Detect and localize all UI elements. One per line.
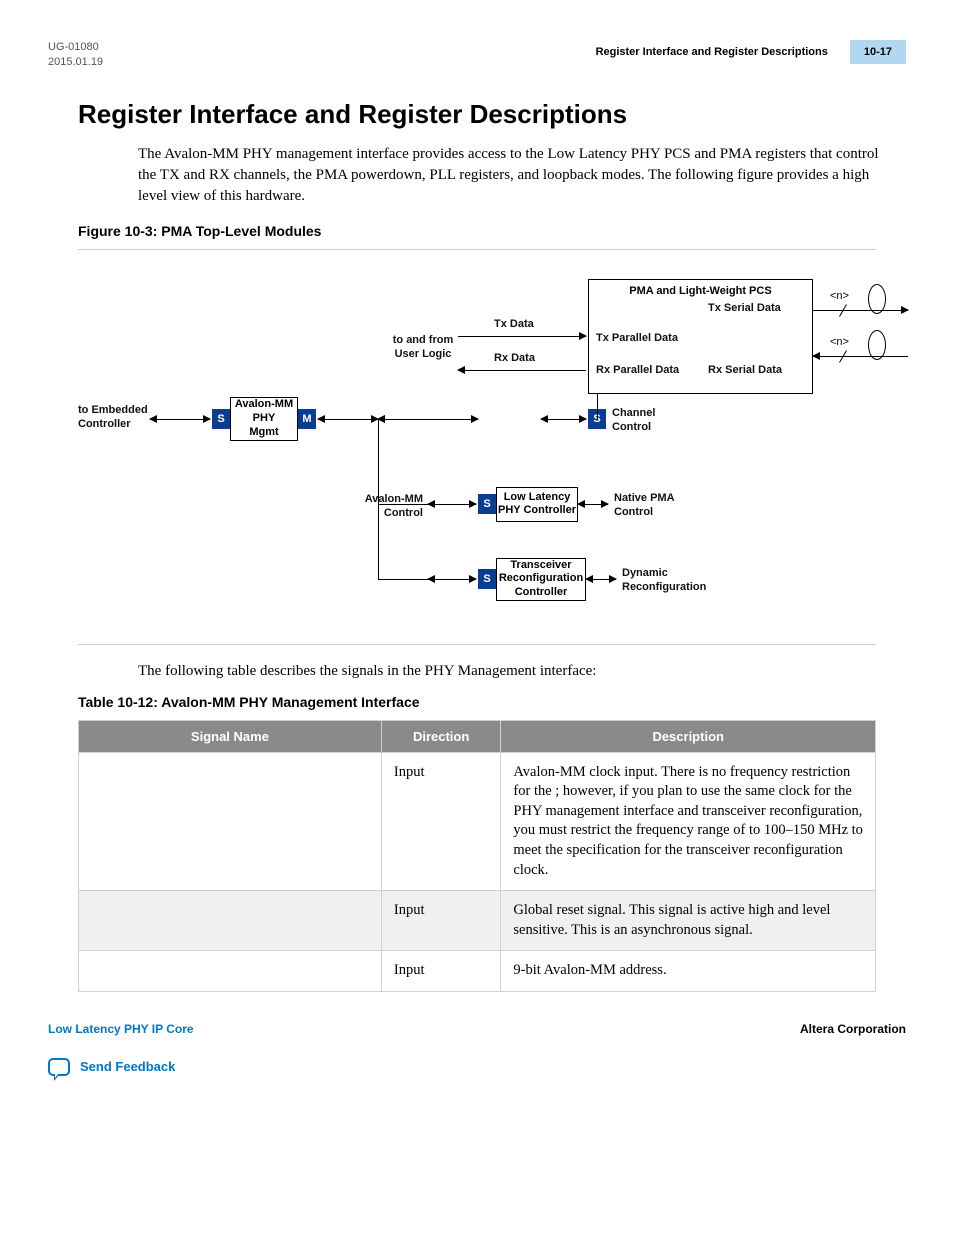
pma-down-line: [597, 394, 598, 419]
label-tx-parallel: Tx Parallel Data: [596, 332, 678, 346]
cell-signal: [79, 891, 382, 951]
header-right: Register Interface and Register Descript…: [596, 40, 906, 64]
header-section-title: Register Interface and Register Descript…: [596, 46, 828, 58]
th-direction: Direction: [381, 720, 501, 752]
arrow-m-bus: [318, 419, 378, 420]
line-to-ll: [378, 504, 428, 505]
arrow-to-xcvr: [428, 579, 476, 580]
arrow-ll-right: [578, 504, 608, 505]
label-channel-control: ChannelControl: [612, 407, 655, 435]
page-number: 10-17: [850, 40, 906, 64]
footer-left-link[interactable]: Low Latency PHY IP Core: [48, 1022, 194, 1036]
diagram: PMA and Light-Weight PCS to and fromUser…: [78, 274, 878, 624]
box-xcvr-reconfig: TransceiverReconfigurationController: [496, 558, 586, 601]
th-description: Description: [501, 720, 876, 752]
arrow-tx-serial: [813, 310, 908, 311]
tag-s-ll: S: [478, 494, 496, 514]
cell-direction: Input: [381, 951, 501, 992]
arrow-to-ll: [428, 504, 476, 505]
doc-id: UG-01080: [48, 40, 103, 55]
doc-date: 2015.01.19: [48, 55, 103, 70]
page-header: UG-01080 2015.01.19 Register Interface a…: [48, 40, 906, 71]
label-rx-parallel: Rx Parallel Data: [596, 364, 679, 378]
th-signal: Signal Name: [79, 720, 382, 752]
ellipse-tx: [868, 284, 886, 314]
arrow-to-channel-s: [378, 419, 478, 420]
arrow-xcvr-right: [586, 579, 616, 580]
tag-m-phy: M: [298, 409, 316, 429]
arrow-channel-right: [541, 419, 586, 420]
label-rx-serial: Rx Serial Data: [708, 364, 782, 378]
cell-signal: [79, 752, 382, 890]
label-native-pma: Native PMAControl: [614, 492, 675, 520]
page-footer: Low Latency PHY IP Core Altera Corporati…: [48, 1022, 906, 1036]
figure-container: PMA and Light-Weight PCS to and fromUser…: [78, 249, 876, 645]
cell-signal: [79, 951, 382, 992]
box-low-latency: Low LatencyPHY Controller: [496, 487, 578, 522]
feedback-label: Send Feedback: [80, 1059, 175, 1074]
n-tag-rx: <n>: [830, 336, 849, 348]
tag-s-phy: S: [212, 409, 230, 429]
signal-table: Signal Name Direction Description Input …: [78, 720, 876, 992]
cell-description: Avalon-MM clock input. There is no frequ…: [501, 752, 876, 890]
table-row: Input Global reset signal. This signal i…: [79, 891, 876, 951]
feedback-icon: [48, 1058, 70, 1076]
label-rx-data: Rx Data: [494, 352, 535, 366]
n-tag-tx: <n>: [830, 290, 849, 302]
label-avalon-control: Avalon-MMControl: [353, 493, 423, 521]
cell-direction: Input: [381, 752, 501, 890]
cell-description: 9-bit Avalon-MM address.: [501, 951, 876, 992]
arrow-rx-serial: [813, 356, 908, 357]
footer-company: Altera Corporation: [800, 1022, 906, 1036]
after-figure-text: The following table describes the signal…: [138, 663, 906, 680]
line-to-xcvr: [378, 579, 428, 580]
cell-description: Global reset signal. This signal is acti…: [501, 891, 876, 951]
intro-paragraph: The Avalon-MM PHY management interface p…: [138, 144, 896, 207]
page-title: Register Interface and Register Descript…: [78, 99, 906, 130]
doc-id-block: UG-01080 2015.01.19: [48, 40, 103, 71]
cell-direction: Input: [381, 891, 501, 951]
box-avalon-phy-mgmt: Avalon-MMPHYMgmt: [230, 397, 298, 441]
send-feedback-link[interactable]: Send Feedback: [48, 1058, 906, 1076]
arrow-tx-data: [458, 336, 586, 337]
label-tx-data: Tx Data: [494, 318, 534, 332]
label-embedded: to EmbeddedController: [78, 404, 148, 432]
figure-caption: Figure 10-3: PMA Top-Level Modules: [78, 223, 906, 239]
arrow-embedded: [150, 419, 210, 420]
table-row: Input 9-bit Avalon-MM address.: [79, 951, 876, 992]
tag-s-xcvr: S: [478, 569, 496, 589]
ellipse-rx: [868, 330, 886, 360]
table-row: Input Avalon-MM clock input. There is no…: [79, 752, 876, 890]
arrow-rx-data: [458, 370, 586, 371]
table-caption: Table 10-12: Avalon-MM PHY Management In…: [78, 694, 906, 710]
label-dynamic-reconfig: DynamicReconfiguration: [622, 567, 706, 595]
label-tx-serial: Tx Serial Data: [708, 302, 781, 316]
label-user-logic: to and fromUser Logic: [388, 334, 458, 362]
